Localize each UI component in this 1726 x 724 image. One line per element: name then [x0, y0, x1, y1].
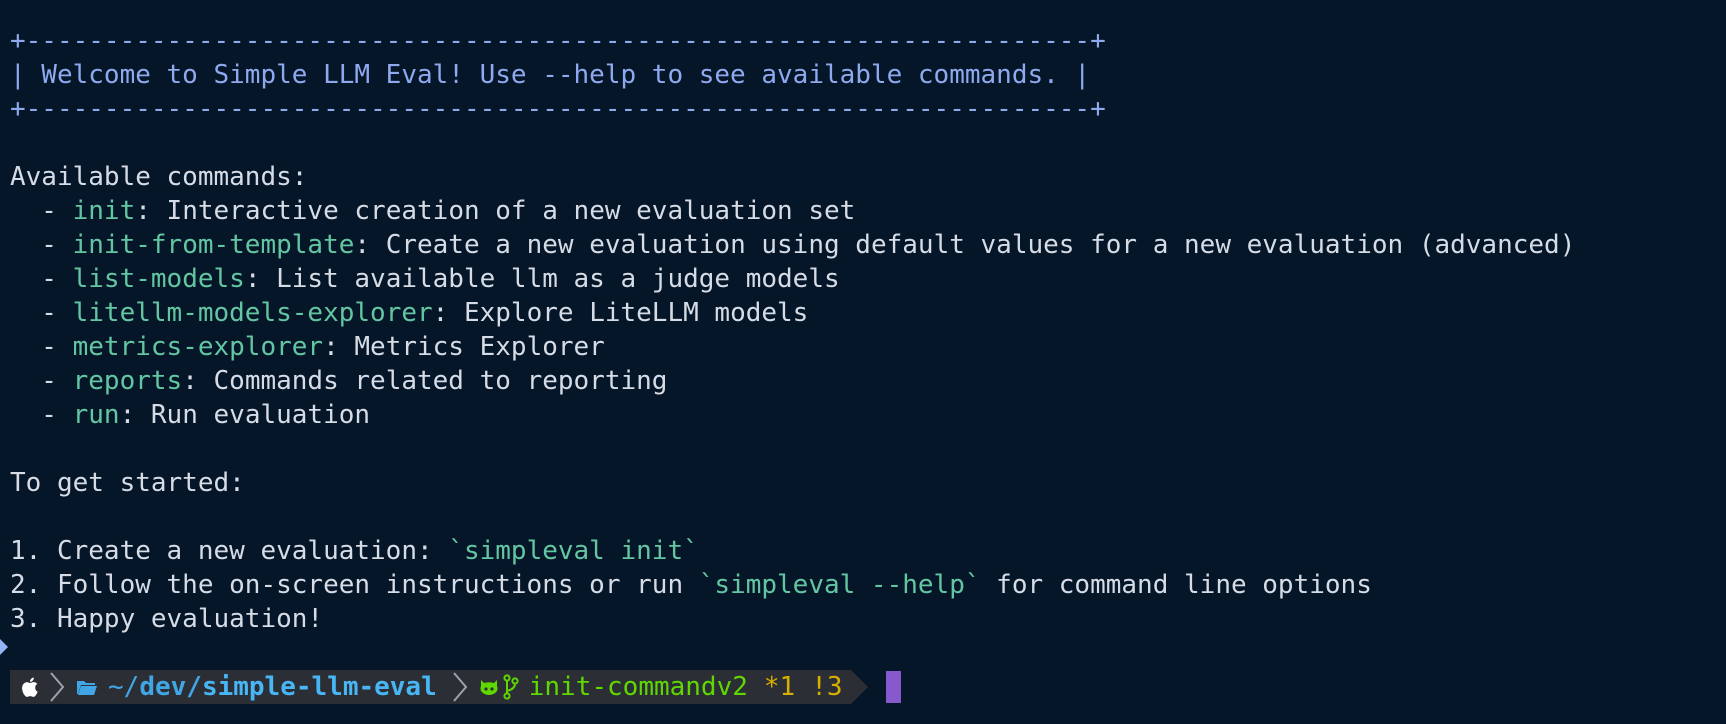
- command-name: init-from-template: [72, 230, 355, 260]
- bullet: -: [10, 264, 73, 294]
- path-home: ~/: [108, 672, 140, 702]
- git-branch-name: init-commandv2: [528, 672, 748, 702]
- git-segment: init-commandv2 *1 !3: [474, 670, 851, 704]
- os-segment: [10, 670, 46, 704]
- command-desc: : Commands related to reporting: [182, 366, 668, 396]
- command-item-list-models: - list-models: List available llm as a j…: [10, 262, 1710, 296]
- text-cursor[interactable]: [885, 671, 901, 703]
- command-name: litellm-models-explorer: [72, 298, 433, 328]
- step-1: 1. Create a new evaluation: `simpleval i…: [10, 534, 1710, 568]
- command-desc: : Metrics Explorer: [323, 332, 605, 362]
- command-desc: : Create a new evaluation using default …: [354, 230, 1576, 260]
- command-name: list-models: [72, 264, 245, 294]
- command-item-metrics-explorer: - metrics-explorer: Metrics Explorer: [10, 330, 1710, 364]
- bullet: -: [10, 230, 73, 260]
- chevron-separator-icon: [444, 670, 475, 704]
- command-name: run: [72, 400, 120, 430]
- command-desc: : Interactive creation of a new evaluati…: [135, 196, 856, 226]
- git-modified-count: !3: [811, 672, 843, 702]
- path-dev: dev/: [139, 672, 202, 702]
- banner-text: | Welcome to Simple LLM Eval! Use --help…: [10, 60, 1091, 90]
- command-desc: : Explore LiteLLM models: [432, 298, 809, 328]
- getting-started-heading: To get started:: [10, 468, 245, 498]
- terminal-output: +---------------------------------------…: [10, 24, 1710, 636]
- bullet: -: [10, 332, 73, 362]
- command-item-litellm-models-explorer: - litellm-models-explorer: Explore LiteL…: [10, 296, 1710, 330]
- bullet: -: [10, 298, 73, 328]
- step-code: `simpleval init`: [448, 536, 699, 566]
- folder-icon: [76, 678, 98, 696]
- step-3: 3. Happy evaluation!: [10, 604, 324, 634]
- shell-prompt[interactable]: ~/dev/simple-llm-eval init-commandv2 *1 …: [10, 670, 901, 704]
- command-item-init: - init: Interactive creation of a new ev…: [10, 194, 1710, 228]
- command-name: reports: [72, 366, 183, 396]
- bullet: -: [10, 366, 73, 396]
- command-item-reports: - reports: Commands related to reporting: [10, 364, 1710, 398]
- command-name: init: [72, 196, 136, 226]
- step-text: 1. Create a new evaluation:: [10, 536, 449, 566]
- prompt-end-arrow: [850, 670, 868, 704]
- command-desc: : List available llm as a judge models: [244, 264, 840, 294]
- step-text-suffix: for command line options: [980, 570, 1372, 600]
- banner-border-top: +---------------------------------------…: [10, 26, 1106, 56]
- path-repo: simple-llm-eval: [201, 672, 437, 702]
- git-staged-count: *1: [763, 672, 796, 702]
- step-code: `simpleval --help`: [698, 570, 981, 600]
- command-item-run: - run: Run evaluation: [10, 398, 1710, 432]
- banner-border-bottom: +---------------------------------------…: [10, 94, 1106, 124]
- step-text: 2. Follow the on-screen instructions or …: [10, 570, 699, 600]
- command-item-init-from-template: - init-from-template: Create a new evalu…: [10, 228, 1710, 262]
- git-branch-icon: [503, 674, 519, 700]
- step-2: 2. Follow the on-screen instructions or …: [10, 568, 1710, 602]
- chevron-separator-icon: [46, 670, 68, 704]
- path-segment: ~/dev/simple-llm-eval: [68, 670, 445, 704]
- command-name: metrics-explorer: [72, 332, 324, 362]
- prompt-marker: [0, 639, 8, 655]
- bullet: -: [10, 400, 73, 430]
- command-desc: : Run evaluation: [119, 400, 371, 430]
- apple-icon: [20, 675, 42, 699]
- commands-heading: Available commands:: [10, 162, 308, 192]
- github-icon: [479, 678, 499, 696]
- bullet: -: [10, 196, 73, 226]
